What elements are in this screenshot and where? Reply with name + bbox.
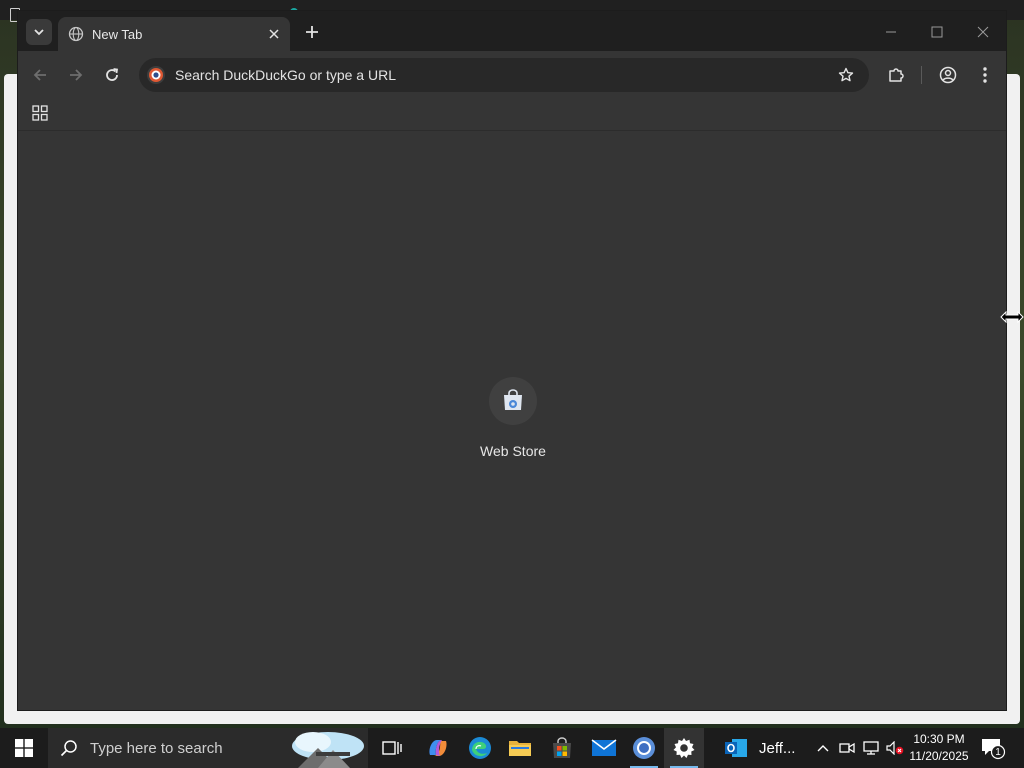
mail-icon <box>591 739 617 756</box>
store-icon <box>553 737 571 758</box>
tab-new-tab[interactable]: New Tab <box>58 17 290 51</box>
taskbar-search-box[interactable]: Type here to search <box>48 728 368 768</box>
bookmarks-bar <box>18 97 1006 131</box>
reload-button[interactable] <box>98 61 126 89</box>
omnibox[interactable] <box>139 58 869 92</box>
show-hidden-icons-button[interactable] <box>812 728 834 768</box>
back-button[interactable] <box>26 61 54 89</box>
toolbar-separator <box>921 66 922 84</box>
plus-icon <box>306 26 318 38</box>
globe-icon <box>68 26 84 42</box>
folder-icon <box>509 741 531 756</box>
network-button[interactable] <box>860 728 882 768</box>
taskbar-search-placeholder: Type here to search <box>90 739 223 757</box>
edge-icon <box>469 737 491 759</box>
new-tab-button[interactable] <box>300 20 324 44</box>
chrome-icon <box>633 737 655 759</box>
copilot-button[interactable] <box>418 728 458 768</box>
volume-muted-icon <box>886 741 904 755</box>
web-store-icon <box>504 389 522 410</box>
close-icon <box>977 26 989 38</box>
copilot-icon <box>429 740 447 756</box>
account-icon <box>939 66 957 84</box>
clock-time: 10:30 PM <box>913 732 965 746</box>
tab-title: New Tab <box>92 26 143 42</box>
search-icon <box>60 740 77 757</box>
taskbar: Type here to search Jeff... 10:30 PM 11/… <box>0 728 1024 768</box>
forward-button[interactable] <box>62 61 90 89</box>
mail-button[interactable] <box>584 728 624 768</box>
microsoft-store-button[interactable] <box>542 728 582 768</box>
maximize-button[interactable] <box>922 19 952 45</box>
edge-button[interactable] <box>460 728 500 768</box>
settings-button[interactable] <box>664 728 704 768</box>
tab-strip: New Tab <box>18 11 1006 51</box>
minimize-button[interactable] <box>876 19 906 45</box>
chrome-button[interactable] <box>624 728 664 768</box>
browser-window: New Tab Search DuckDuckGo or type a URL … <box>17 10 1007 711</box>
clock-date: 11/20/2025 <box>909 749 969 763</box>
shortcut-web-store[interactable]: Web Store <box>473 377 553 467</box>
file-explorer-button[interactable] <box>500 728 540 768</box>
chevron-up-icon <box>817 745 829 752</box>
task-view-button[interactable] <box>372 728 412 768</box>
tab-close-button[interactable] <box>264 24 284 44</box>
puzzle-icon <box>889 68 904 82</box>
apps-button[interactable] <box>28 101 52 125</box>
star-icon <box>838 67 854 82</box>
task-view-icon <box>382 741 402 755</box>
more-vertical-icon <box>983 67 987 83</box>
meet-now-button[interactable] <box>836 728 858 768</box>
search-highlight-image <box>292 732 364 768</box>
windows-logo-icon <box>15 739 33 757</box>
minimize-icon <box>886 31 896 33</box>
new-tab-page: Web Store <box>18 132 1006 710</box>
shortcut-label: Web Store <box>480 443 546 459</box>
arrow-right-icon <box>70 69 83 81</box>
tab-search-button[interactable] <box>26 19 52 45</box>
extensions-button[interactable] <box>882 61 910 89</box>
video-camera-icon <box>839 742 855 754</box>
notification-icon <box>982 739 1006 760</box>
menu-button[interactable] <box>971 61 999 89</box>
apps-grid-icon <box>32 105 48 121</box>
bookmark-star-button[interactable] <box>833 62 859 88</box>
outlook-label: Jeff... <box>759 739 796 757</box>
chevron-down-icon <box>34 29 44 36</box>
start-button[interactable] <box>0 728 48 768</box>
close-icon <box>269 29 279 39</box>
browser-toolbar <box>18 51 1006 97</box>
notification-center-button[interactable]: 1 <box>980 736 1008 762</box>
notification-count: 1 <box>995 747 1001 758</box>
volume-button[interactable] <box>884 728 906 768</box>
outlook-icon <box>725 739 747 757</box>
outlook-button[interactable]: Jeff... <box>724 728 804 768</box>
address-input[interactable] <box>175 67 833 83</box>
arrow-left-icon <box>33 69 46 81</box>
duckduckgo-icon <box>147 66 165 84</box>
shortcut-tile <box>489 377 537 425</box>
resize-cursor-icon <box>1000 310 1024 324</box>
close-window-button[interactable] <box>968 19 998 45</box>
gear-icon <box>673 738 695 758</box>
reload-icon <box>106 68 119 81</box>
profile-button[interactable] <box>934 61 962 89</box>
system-clock[interactable]: 10:30 PM 11/20/2025 <box>904 731 974 765</box>
network-icon <box>863 741 879 755</box>
maximize-icon <box>931 26 943 38</box>
